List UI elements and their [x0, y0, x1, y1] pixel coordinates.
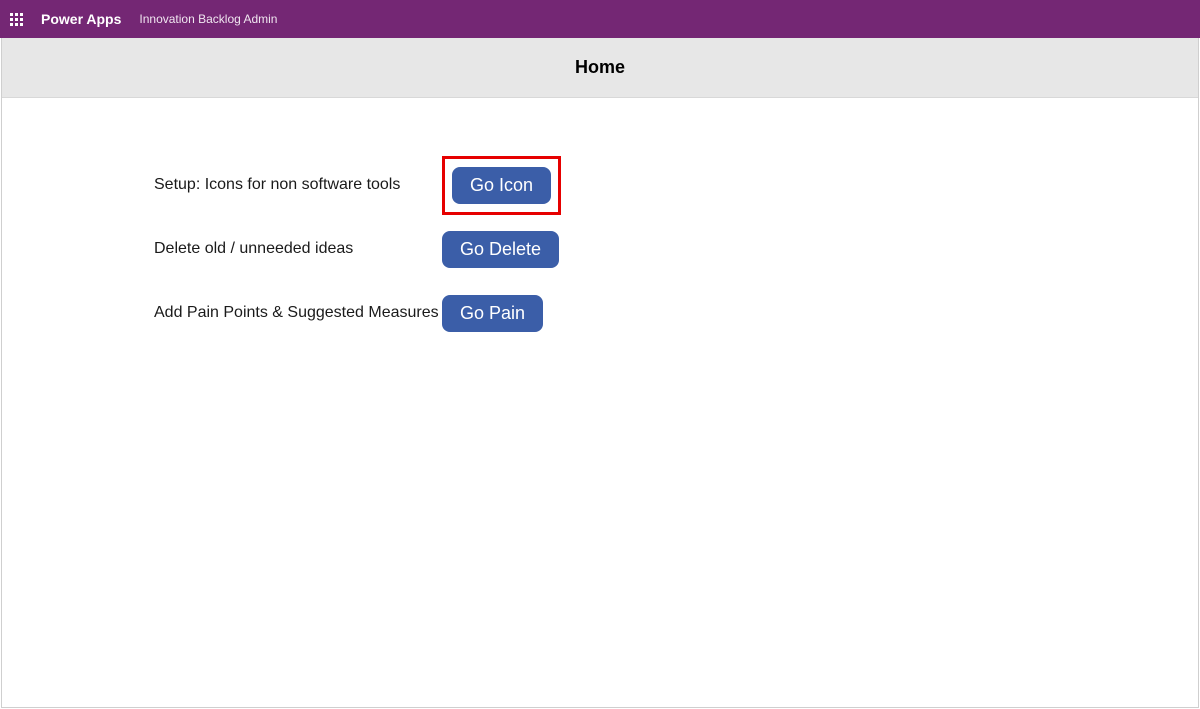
row-label: Add Pain Points & Suggested Measures	[154, 304, 442, 322]
row-setup-icons: Setup: Icons for non software tools Go I…	[154, 166, 1198, 204]
content-area: Setup: Icons for non software tools Go I…	[2, 98, 1198, 332]
page-title: Home	[575, 57, 625, 78]
go-pain-button[interactable]: Go Pain	[442, 295, 543, 332]
app-launcher-icon[interactable]	[10, 13, 23, 26]
app-name-label: Innovation Backlog Admin	[139, 12, 277, 26]
go-icon-button[interactable]: Go Icon	[452, 167, 551, 204]
go-delete-button[interactable]: Go Delete	[442, 231, 559, 268]
row-label: Setup: Icons for non software tools	[154, 176, 442, 194]
row-pain-points: Add Pain Points & Suggested Measures Go …	[154, 294, 1198, 332]
highlight-box: Go Icon	[442, 156, 561, 215]
brand-label: Power Apps	[41, 11, 121, 27]
page-frame: Home Setup: Icons for non software tools…	[1, 38, 1199, 708]
row-delete-ideas: Delete old / unneeded ideas Go Delete	[154, 230, 1198, 268]
page-header: Home	[2, 38, 1198, 98]
row-label: Delete old / unneeded ideas	[154, 240, 442, 258]
top-bar: Power Apps Innovation Backlog Admin	[0, 0, 1200, 38]
